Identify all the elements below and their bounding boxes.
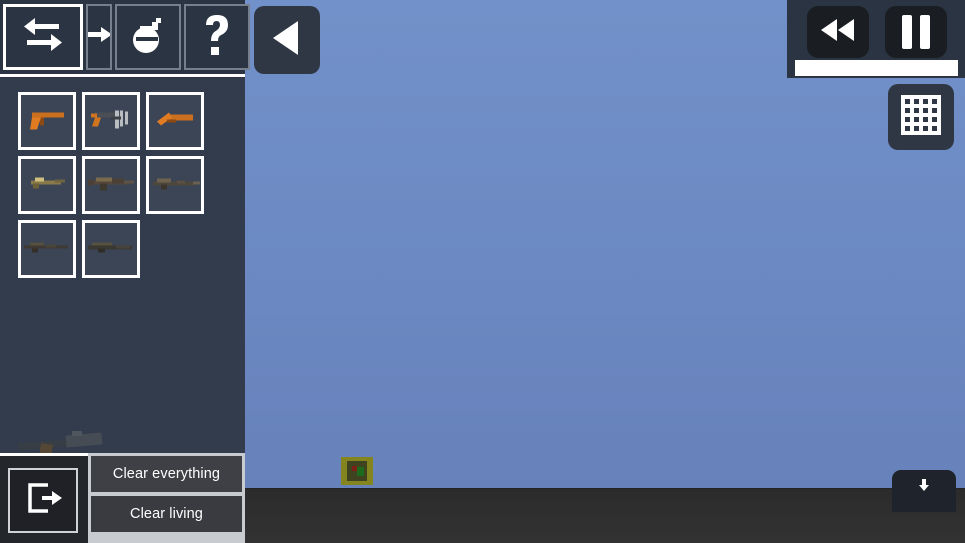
weapon-pistol-icon [24,106,70,137]
inventory-grid [18,92,234,278]
crate-detail-green [357,467,364,476]
inventory-panel [0,78,245,453]
swap-arrows-icon [21,16,65,59]
grenade-icon [128,14,168,61]
playback-panel [787,0,965,78]
weapon-preview-sprite [10,426,110,453]
grid-toggle-button[interactable] [888,84,954,150]
weapon-rifle-icon [86,173,136,198]
question-mark-icon [200,13,234,62]
sidebar-item-swap[interactable] [3,4,83,70]
arrow-right-icon [88,22,110,53]
inventory-slot-6[interactable] [146,156,204,214]
inventory-slot-5[interactable] [82,156,140,214]
sidebar-tab-strip [0,0,250,78]
clear-actions-panel: Clear everything Clear living [88,453,245,543]
download-arrow-icon [917,478,931,499]
pause-button[interactable] [885,6,947,58]
game-screen: Clear everything Clear living [0,0,965,543]
inventory-slot-3[interactable] [146,92,204,150]
pause-bar-left [902,15,912,49]
crate-entity-icon[interactable] [341,455,373,487]
inventory-slot-4[interactable] [18,156,76,214]
download-button[interactable] [892,470,956,512]
inventory-slot-2[interactable] [82,92,140,150]
rewind-button[interactable] [807,6,869,58]
weapon-sniper-icon [22,240,72,259]
triangle-left-icon [270,19,304,62]
inventory-slot-7[interactable] [18,220,76,278]
sidebar-item-next[interactable] [86,4,112,70]
weapon-smg-icon [87,105,135,138]
tab-strip-underline [0,74,245,77]
exit-button[interactable] [8,468,78,533]
preview-grip [39,443,53,453]
grid-mesh-icon [899,93,943,142]
inventory-slot-1[interactable] [18,92,76,150]
clear-living-button[interactable]: Clear living [91,496,242,532]
collapse-panel-button[interactable] [254,6,320,74]
weapon-sniper2-icon [86,240,136,259]
clear-everything-button[interactable]: Clear everything [91,456,242,492]
preview-sight [72,431,82,436]
weapon-smg2-icon [25,174,69,197]
pause-bars-icon [898,15,934,49]
pause-bar-right [920,15,930,49]
inventory-slot-8[interactable] [82,220,140,278]
left-sidebar: Clear everything Clear living [0,0,250,543]
weapon-rifle2-icon [149,174,201,197]
rewind-double-triangle-icon [818,17,858,48]
exit-door-icon [22,479,64,522]
weapon-sawed-off-icon [153,108,197,135]
timeline-progress-fill [795,60,958,76]
sidebar-item-grenade[interactable] [115,4,181,70]
sidebar-item-help[interactable] [184,4,250,70]
timeline-scrubber[interactable] [795,60,958,76]
